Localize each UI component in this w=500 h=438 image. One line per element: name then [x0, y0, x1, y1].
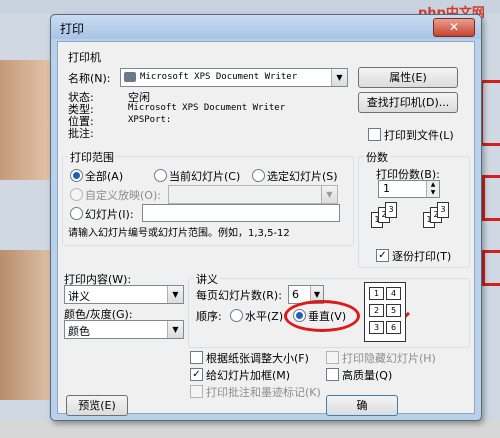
print-dialog: 打印 ✕ 打印机 名称(N): Microsoft XPS Document W… — [50, 14, 482, 421]
range-hint: 请输入幻灯片编号或幻灯片范围。例如，1,3,5-12 — [68, 228, 290, 239]
high-quality-label[interactable]: 高质量(Q) — [342, 367, 392, 383]
type-value: Microsoft XPS Document Writer — [128, 103, 286, 113]
range-all-radio[interactable] — [70, 169, 83, 182]
printer-name-label: 名称(N): — [68, 72, 111, 85]
spin-arrows-icon[interactable]: ▲ ▼ — [426, 181, 439, 197]
range-slides-radio[interactable] — [70, 207, 83, 220]
handout-slot: 6 — [386, 321, 401, 334]
handout-preview: 1 4 2 5 3 6 — [364, 282, 406, 342]
order-horizontal-radio[interactable] — [230, 309, 243, 322]
print-comments-checkbox[interactable] — [190, 385, 203, 398]
color-select[interactable]: 颜色 ▼ — [64, 320, 184, 339]
location-value: XPSPort: — [128, 115, 172, 125]
collate-checkbox[interactable]: ✓ — [376, 249, 389, 262]
handouts-title: 讲义 — [194, 271, 220, 287]
printer-icon — [124, 72, 136, 82]
range-selection-label[interactable]: 选定幻灯片(S) — [267, 168, 338, 184]
background-red-glyph — [480, 80, 500, 146]
handout-slot: 4 — [386, 287, 401, 300]
range-all-label[interactable]: 全部(A) — [85, 168, 123, 184]
background-face-patch — [0, 250, 50, 400]
preview-button[interactable]: 预览(E) — [66, 395, 128, 416]
printer-group-title: 打印机 — [68, 51, 101, 64]
print-comments-label[interactable]: 打印批注和墨迹标记(K) — [206, 384, 321, 400]
range-current-label[interactable]: 当前幻灯片(C) — [169, 168, 240, 184]
find-printer-button[interactable]: 查找打印机(D)... — [358, 92, 458, 113]
dialog-body: 打印机 名称(N): Microsoft XPS Document Writer… — [57, 41, 475, 416]
title-bar: 打印 ✕ — [51, 15, 481, 39]
background-face-patch — [0, 60, 50, 180]
range-selection-radio[interactable] — [252, 169, 265, 182]
scale-to-fit-checkbox[interactable] — [190, 351, 203, 364]
scale-to-fit-label[interactable]: 根据纸张调整大小(F) — [206, 350, 309, 366]
slides-input[interactable] — [142, 204, 340, 222]
per-page-label: 每页幻灯片数(R): — [196, 289, 282, 302]
frame-slides-label[interactable]: 给幻灯片加框(M) — [206, 367, 290, 383]
print-what-select[interactable]: 讲义 ▼ — [64, 285, 184, 304]
handout-slot: 2 — [369, 304, 384, 317]
copies-count-input[interactable]: 1 ▲ ▼ — [378, 180, 440, 198]
chevron-down-icon[interactable]: ▼ — [167, 321, 183, 338]
background-red-glyph — [482, 175, 500, 221]
order-horizontal-label[interactable]: 水平(Z) — [245, 308, 283, 324]
properties-button[interactable]: 属性(E) — [358, 67, 458, 88]
range-custom-label[interactable]: 自定义放映(O): — [85, 187, 161, 203]
frame-slides-checkbox[interactable]: ✓ — [190, 368, 203, 381]
handout-slot: 5 — [386, 304, 401, 317]
copies-title: 份数 — [364, 149, 390, 165]
close-button[interactable]: ✕ — [433, 18, 475, 37]
range-slides-label[interactable]: 幻灯片(I): — [85, 206, 134, 222]
handout-slot: 3 — [369, 321, 384, 334]
print-hidden-checkbox[interactable] — [326, 351, 339, 364]
background-bottom-strip — [0, 420, 500, 438]
range-custom-radio[interactable] — [70, 188, 83, 201]
order-label: 顺序: — [196, 310, 222, 323]
background-red-glyph — [482, 250, 500, 286]
print-hidden-label[interactable]: 打印隐藏幻灯片(H) — [342, 350, 436, 366]
chevron-down-icon[interactable]: ▼ — [331, 69, 347, 86]
high-quality-checkbox[interactable] — [326, 368, 339, 381]
printer-name-select[interactable]: Microsoft XPS Document Writer ▼ — [120, 68, 348, 87]
dialog-title: 打印 — [60, 22, 85, 36]
chevron-down-icon[interactable]: ▼ — [167, 286, 183, 303]
print-to-file-checkbox[interactable] — [368, 128, 381, 141]
collate-page-icon: 3 — [437, 202, 449, 218]
range-current-radio[interactable] — [154, 169, 167, 182]
handout-slot: 1 — [369, 287, 384, 300]
print-range-title: 打印范围 — [68, 149, 116, 165]
collate-label[interactable]: 逐份打印(T) — [392, 248, 451, 264]
custom-show-select[interactable]: ▼ — [168, 185, 338, 204]
annotation-ellipse — [284, 300, 360, 332]
ok-button[interactable]: 确 — [326, 395, 398, 416]
collate-page-icon: 3 — [385, 202, 397, 218]
print-to-file-label[interactable]: 打印到文件(L) — [384, 127, 454, 143]
chevron-down-icon[interactable]: ▼ — [321, 186, 337, 203]
comment-label: 批注: — [68, 127, 94, 140]
